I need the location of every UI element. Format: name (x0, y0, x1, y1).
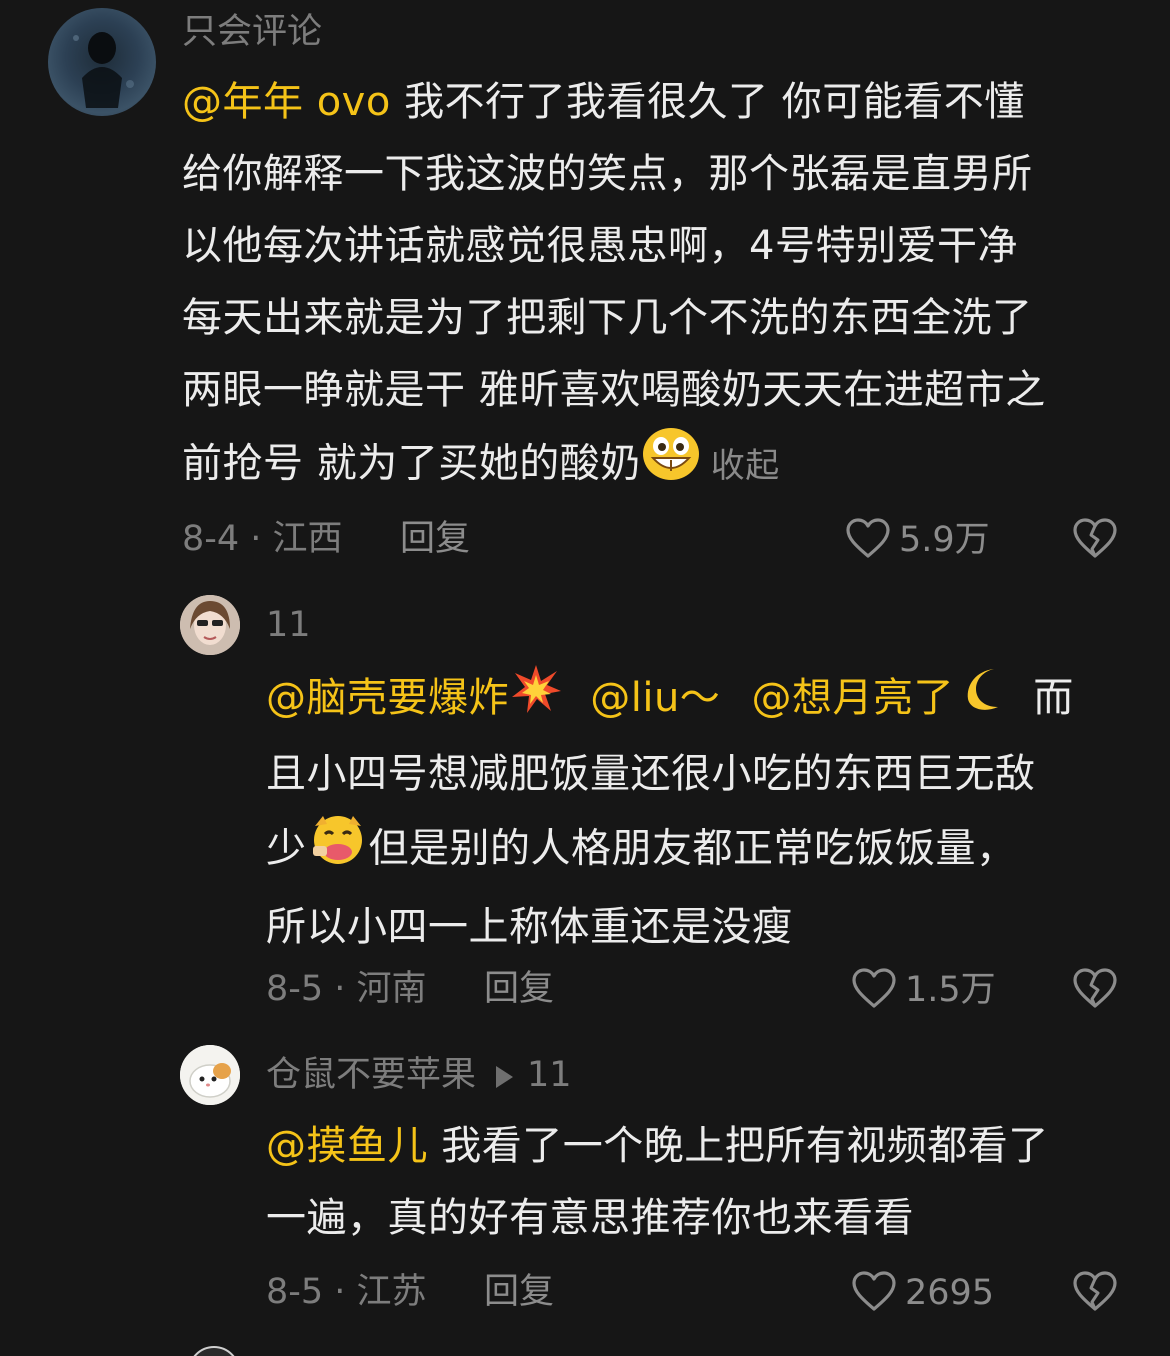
comment-line-text: 少 (266, 825, 307, 871)
comment-line-text: 我不行了我看很久了 你可能看不懂 (404, 79, 1025, 125)
mention-link[interactable]: @脑壳要爆炸 (266, 675, 509, 721)
mention-link[interactable]: @liu～ (590, 675, 720, 721)
reply-button[interactable]: 回复 (484, 969, 554, 1009)
comment-date-location: 8-4 · 江西 (182, 519, 343, 559)
collapse-button[interactable]: 收起 (711, 446, 780, 486)
comment-line: 两眼一睁就是干 雅昕喜欢喝酸奶天天在进超市之 (182, 367, 1046, 413)
comment-line: @摸鱼儿 我看了一个晚上把所有视频都看了 (266, 1110, 1146, 1182)
comment-username: 仓鼠不要苹果 11 (266, 1055, 572, 1095)
comment-line: 所以小四一上称体重还是没瘦 (266, 903, 793, 950)
comment-line: 以他每次讲话就感觉很愚忠啊，4号特别爱干净 (182, 223, 1018, 269)
like-count: 2695 (905, 1273, 995, 1313)
reply-button[interactable]: 回复 (400, 519, 470, 559)
reply-item: 仓鼠不要苹果 11 @摸鱼儿 我看了一个晚上把所有视频都看了 一遍，真的好有意思推… (0, 1030, 1170, 1330)
like-count: 5.9万 (899, 520, 990, 560)
comment-line: 给你解释一下我这波的笑点，那个张磊是直男所 (182, 151, 1033, 197)
comment-line: @年年 ovo 我不行了我看很久了 你可能看不懂 (182, 66, 1142, 138)
avatar[interactable] (188, 1346, 240, 1356)
comment-line-text: 但是别的人格朋友都正常吃饭饭量， (368, 825, 1017, 871)
collision-emoji-icon (509, 663, 563, 738)
broken-heart-icon (1073, 1271, 1117, 1311)
avatar[interactable] (180, 1045, 240, 1105)
comment-text: @脑壳要爆炸 @liu～ @想月亮了 而 且小四号想减肥饭量还很小吃的东西巨无敌… (266, 662, 1136, 963)
comment-username[interactable]: 只会评论 (182, 12, 322, 52)
comment-line: 且小四号想减肥饭量还很小吃的东西巨无敌 (266, 750, 1036, 797)
avatar[interactable] (180, 595, 240, 655)
comment-line: 一遍，真的好有意思推荐你也来看看 (266, 1195, 914, 1241)
dislike-button[interactable] (1072, 967, 1118, 1013)
comment-line-text: 我看了一个晚上把所有视频都看了 (441, 1123, 1049, 1169)
reply-to-user[interactable]: 11 (527, 1055, 572, 1095)
crescent-moon-emoji-icon (954, 663, 1010, 738)
comment-username[interactable]: 11 (266, 605, 311, 645)
heart-outline-icon (852, 968, 896, 1008)
avatar-hamster-icon (180, 1045, 240, 1105)
comment-date-location: 8-5 · 江苏 (266, 1272, 427, 1312)
avatar[interactable] (48, 8, 156, 116)
comment-text: @年年 ovo 我不行了我看很久了 你可能看不懂 给你解释一下我这波的笑点，那个… (182, 66, 1142, 505)
like-button[interactable]: 5.9万 (845, 517, 990, 560)
broken-heart-icon (1073, 518, 1117, 558)
like-button[interactable]: 2695 (851, 1270, 994, 1313)
heart-outline-icon (852, 1271, 896, 1311)
heart-outline-icon (846, 518, 890, 558)
comment-line-text: 而 (1033, 675, 1074, 721)
comment-list: 只会评论 @年年 ovo 我不行了我看很久了 你可能看不懂 给你解释一下我这波的… (0, 0, 1170, 1356)
reply-button[interactable]: 回复 (484, 1272, 554, 1312)
comment-line-text: 前抢号 就为了买她的酸奶 (182, 440, 641, 487)
broken-heart-icon (1073, 968, 1117, 1008)
comment-item: 只会评论 @年年 ovo 我不行了我看很久了 你可能看不懂 给你解释一下我这波的… (0, 0, 1170, 580)
comment-line: @脑壳要爆炸 @liu～ @想月亮了 而 (266, 662, 1136, 738)
comment-line: 少 但是别的人格朋友都正常吃饭饭量， (266, 810, 1136, 891)
avatar-figure-icon (73, 32, 134, 108)
reply-item: 11 @脑壳要爆炸 @liu～ @想月亮了 而 且小四号想减肥饭量还很小吃的东西… (0, 580, 1170, 1020)
comment-date-location: 8-5 · 河南 (266, 969, 427, 1009)
comment-line: 每天出来就是为了把剩下几个不洗的东西全洗了 (182, 295, 1033, 341)
like-button[interactable]: 1.5万 (851, 967, 996, 1010)
like-count: 1.5万 (905, 970, 996, 1010)
dislike-button[interactable] (1072, 517, 1118, 563)
comment-line: 前抢号 就为了买她的酸奶 收起 (182, 426, 1142, 505)
dislike-button[interactable] (1072, 1270, 1118, 1316)
play-triangle-icon (496, 1066, 514, 1088)
mention-link[interactable]: @年年 ovo (182, 79, 391, 125)
comment-text: @摸鱼儿 我看了一个晚上把所有视频都看了 一遍，真的好有意思推荐你也来看看 (266, 1110, 1146, 1254)
mention-link[interactable]: @想月亮了 (752, 675, 955, 721)
mention-link[interactable]: @摸鱼儿 (266, 1123, 428, 1169)
face-eating-emoji-icon (307, 810, 369, 891)
avatar-girl-icon (180, 595, 240, 655)
grinning-face-emoji-icon (641, 426, 701, 505)
reply-author[interactable]: 仓鼠不要苹果 (266, 1055, 476, 1095)
